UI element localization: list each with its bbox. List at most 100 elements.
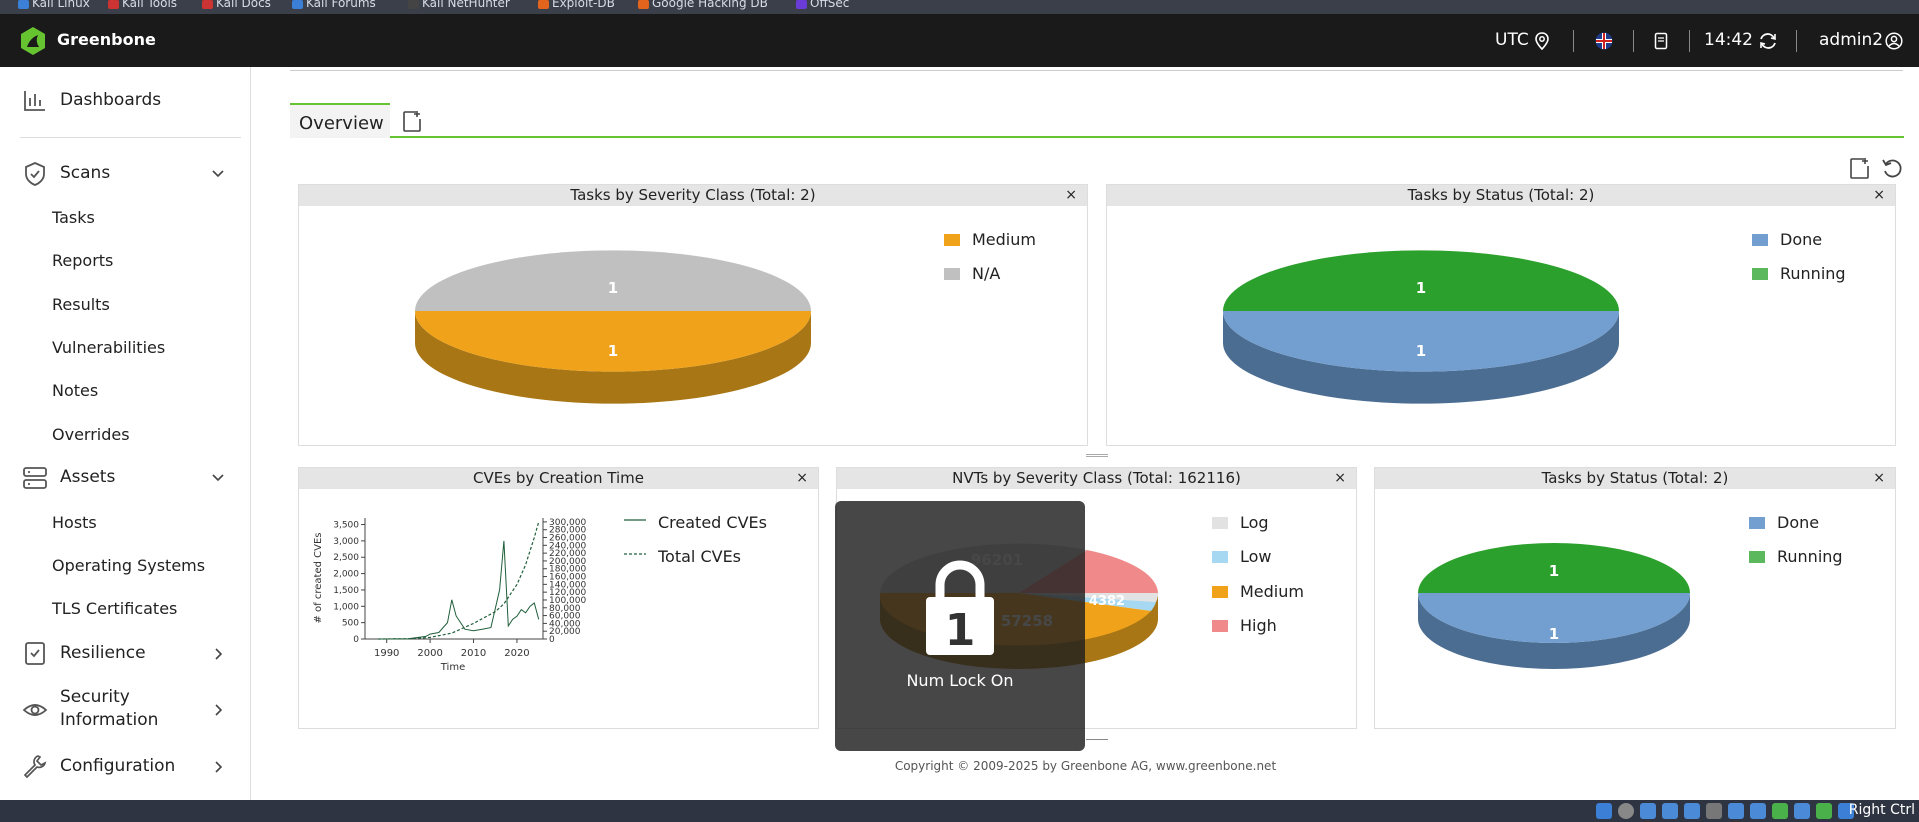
legend-label: Log bbox=[1240, 513, 1269, 532]
clock-label: 14:42 bbox=[1704, 30, 1753, 50]
add-display-icon[interactable] bbox=[1849, 157, 1871, 179]
bookmark-kali-linux[interactable]: Kali Linux bbox=[32, 0, 90, 10]
nav-security-information-line2[interactable]: Information bbox=[60, 710, 158, 730]
nav-notes[interactable]: Notes bbox=[52, 381, 98, 400]
language-flag-icon[interactable] bbox=[1595, 32, 1613, 50]
pie-label-low: 4382 bbox=[1089, 594, 1125, 609]
x-tick-label: 2010 bbox=[461, 648, 486, 659]
ghdb-icon bbox=[638, 0, 649, 9]
offsec-icon bbox=[796, 0, 807, 9]
location-pin-icon[interactable] bbox=[1535, 32, 1549, 50]
nav-vulnerabilities[interactable]: Vulnerabilities bbox=[52, 338, 165, 357]
numlock-digit: 1 bbox=[945, 605, 976, 656]
user-name[interactable]: admin2 bbox=[1819, 30, 1883, 50]
nav-dashboards[interactable]: Dashboards bbox=[60, 90, 161, 110]
header-divider bbox=[1796, 30, 1797, 52]
bookmark-google-hacking-db[interactable]: Google Hacking DB bbox=[652, 0, 768, 10]
bookmark-kali-tools[interactable]: Kali Tools bbox=[122, 0, 177, 10]
bookmark-kali-forums[interactable]: Kali Forums bbox=[306, 0, 376, 10]
timezone-label: UTC bbox=[1495, 30, 1529, 50]
legend-label: Low bbox=[1240, 547, 1272, 566]
nav-security-information[interactable]: Security bbox=[60, 687, 130, 707]
resilience-icon bbox=[25, 642, 45, 665]
tray-icon[interactable] bbox=[1706, 803, 1722, 819]
y-axis-title: # of created CVEs bbox=[313, 533, 324, 624]
chevron-right-icon[interactable] bbox=[211, 647, 225, 661]
legend-swatch-medium bbox=[944, 234, 960, 246]
nav-operating-systems[interactable]: Operating Systems bbox=[52, 556, 205, 575]
panel-title[interactable]: CVEs by Creation Time bbox=[299, 468, 818, 489]
close-panel-button[interactable]: × bbox=[1873, 185, 1885, 206]
panel-tasks-by-severity: Tasks by Severity Class (Total: 2) × 1 1… bbox=[298, 184, 1088, 446]
nav-tls-certificates[interactable]: TLS Certificates bbox=[52, 599, 177, 618]
kali-tools-icon bbox=[108, 0, 119, 9]
reset-dashboard-icon[interactable] bbox=[1881, 157, 1903, 179]
host-key-label: Right Ctrl bbox=[1848, 802, 1915, 818]
pie-chart-severity: 1 1 bbox=[415, 250, 811, 404]
panel-title[interactable]: Tasks by Status (Total: 2) bbox=[1375, 468, 1895, 489]
panel-title[interactable]: Tasks by Status (Total: 2) bbox=[1107, 185, 1895, 206]
sidebar-divider bbox=[20, 137, 241, 138]
y-tick-label: 3,000 bbox=[333, 537, 359, 547]
nav-scans[interactable]: Scans bbox=[60, 163, 110, 183]
y-ticks: 3,500 3,000 2,500 2,000 1,500 1,000 500 0 bbox=[333, 521, 365, 645]
tray-icon[interactable] bbox=[1816, 803, 1832, 819]
legend-label: Running bbox=[1780, 264, 1846, 283]
kali-nethunter-icon bbox=[408, 0, 419, 9]
chevron-down-icon[interactable] bbox=[211, 166, 225, 180]
series-line-total-cves bbox=[377, 521, 540, 640]
x-tick-label: 2020 bbox=[504, 648, 529, 659]
bookmark-kali-docs[interactable]: Kali Docs bbox=[216, 0, 271, 10]
app-header: Greenbone UTC 14:42 admin2 bbox=[0, 14, 1919, 67]
tray-icon[interactable] bbox=[1728, 803, 1744, 819]
nav-reports[interactable]: Reports bbox=[52, 251, 113, 270]
nav-hosts[interactable]: Hosts bbox=[52, 513, 97, 532]
bookmark-offsec[interactable]: OffSec bbox=[810, 0, 849, 10]
close-panel-button[interactable]: × bbox=[1334, 468, 1346, 489]
chevron-right-icon[interactable] bbox=[211, 703, 225, 717]
tray-icon[interactable] bbox=[1794, 803, 1810, 819]
y-tick-label: 0 bbox=[353, 635, 359, 645]
nav-overrides[interactable]: Overrides bbox=[52, 425, 130, 444]
padlock-icon: 1 bbox=[926, 560, 994, 656]
resize-handle[interactable] bbox=[1086, 454, 1108, 457]
nav-results[interactable]: Results bbox=[52, 295, 110, 314]
add-dashboard-icon[interactable] bbox=[402, 110, 422, 132]
panel-title[interactable]: NVTs by Severity Class (Total: 162116) bbox=[837, 468, 1356, 489]
refresh-icon[interactable] bbox=[1758, 32, 1778, 50]
pie-label-running: 1 bbox=[1416, 279, 1426, 297]
nav-tasks[interactable]: Tasks bbox=[52, 208, 95, 227]
close-panel-button[interactable]: × bbox=[1065, 185, 1077, 206]
y-tick-label: 2,000 bbox=[333, 570, 359, 580]
tray-icon[interactable] bbox=[1750, 803, 1766, 819]
tray-icon[interactable] bbox=[1596, 803, 1612, 819]
legend-label: Total CVEs bbox=[658, 547, 742, 566]
legend-label: High bbox=[1240, 616, 1277, 635]
x-tick-label: 1990 bbox=[374, 648, 399, 659]
tray-icon[interactable] bbox=[1618, 803, 1634, 819]
y2-ticks: 300,000280,000260,000240,000220,000200,0… bbox=[543, 518, 586, 645]
tray-icon[interactable] bbox=[1772, 803, 1788, 819]
dashboard-chart-icon bbox=[24, 91, 45, 111]
nav-assets[interactable]: Assets bbox=[60, 467, 115, 487]
legend-label: Medium bbox=[1240, 582, 1304, 601]
y-tick-label: 500 bbox=[342, 619, 359, 629]
greenbone-logo-icon[interactable] bbox=[20, 26, 46, 56]
manual-icon[interactable] bbox=[1654, 32, 1668, 50]
bookmark-kali-nethunter[interactable]: Kali NetHunter bbox=[422, 0, 510, 10]
y-tick-label: 1,500 bbox=[333, 586, 359, 596]
panel-title[interactable]: Tasks by Severity Class (Total: 2) bbox=[299, 185, 1087, 206]
bookmark-exploit-db[interactable]: Exploit-DB bbox=[552, 0, 615, 10]
nav-resilience[interactable]: Resilience bbox=[60, 643, 146, 663]
tab-overview[interactable]: Overview bbox=[290, 103, 390, 138]
tray-icon[interactable] bbox=[1640, 803, 1656, 819]
resize-handle[interactable] bbox=[1086, 739, 1108, 740]
close-panel-button[interactable]: × bbox=[796, 468, 808, 489]
eye-icon bbox=[22, 704, 48, 716]
chevron-down-icon[interactable] bbox=[211, 470, 225, 484]
user-account-icon[interactable] bbox=[1885, 32, 1903, 50]
tray-icon[interactable] bbox=[1684, 803, 1700, 819]
tray-icon[interactable] bbox=[1662, 803, 1678, 819]
close-panel-button[interactable]: × bbox=[1873, 468, 1885, 489]
x-ticks: 1990 2000 2010 2020 bbox=[374, 639, 530, 659]
